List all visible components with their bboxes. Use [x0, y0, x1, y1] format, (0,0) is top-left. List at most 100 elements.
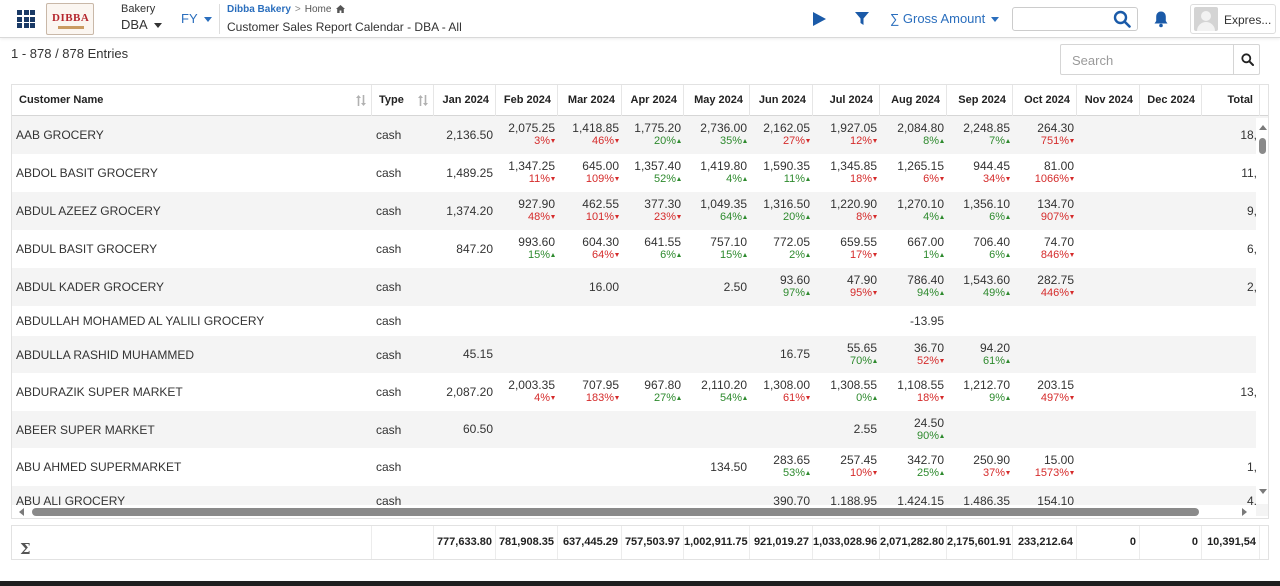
column-header-apr[interactable]: Apr 2024: [622, 85, 684, 116]
type-cell: cash: [376, 166, 402, 180]
column-header-jan[interactable]: Jan 2024: [434, 85, 496, 116]
change-percent: 7%: [989, 135, 1010, 148]
trend-down-icon: [1070, 396, 1074, 400]
column-header-label: Type: [379, 94, 404, 106]
customer-name-cell: ABDULLAH MOHAMED AL YALILI GROCERY: [16, 314, 265, 328]
column-header-total[interactable]: Total: [1202, 85, 1260, 116]
column-header-type[interactable]: Type: [372, 85, 434, 116]
table-row[interactable]: ABDUL AZEEZ GROCERY cash 1,374.20 927.90 48%…: [12, 192, 1268, 230]
column-header-jul[interactable]: Jul 2024: [813, 85, 880, 116]
sigma-icon[interactable]: Σ: [20, 533, 31, 559]
measure-selector[interactable]: ∑ Gross Amount: [890, 11, 1000, 26]
column-header-may[interactable]: May 2024: [684, 85, 750, 116]
breadcrumb-home[interactable]: Home: [305, 4, 332, 15]
change-percent: 12%: [850, 135, 877, 148]
table-row[interactable]: ABU AHMED SUPERMARKET cash 134.50 283.65 53%…: [12, 448, 1268, 486]
column-header-mar[interactable]: Mar 2024: [558, 85, 622, 116]
trend-down-icon: [1070, 139, 1074, 143]
change-percent-value: 4%: [923, 211, 939, 223]
value-cell-jan: [434, 268, 496, 306]
column-header-label: Jul 2024: [829, 94, 873, 106]
column-header-sep[interactable]: Sep 2024: [947, 85, 1013, 116]
value-cell-nov: [1077, 411, 1140, 448]
amount-value: 462.55: [582, 197, 619, 211]
change-percent: 95%: [850, 287, 877, 300]
value-cell-feb: [496, 306, 558, 336]
change-percent: 101%: [586, 211, 619, 224]
change-percent: 70%: [850, 355, 877, 368]
table-row[interactable]: ABEER SUPER MARKET cash 60.50 2.55 24.50 90%: [12, 411, 1268, 448]
change-percent: 37%: [983, 467, 1010, 480]
horizontal-scrollbar[interactable]: [12, 505, 1256, 518]
vertical-scrollbar[interactable]: [1256, 118, 1268, 504]
play-icon[interactable]: [813, 12, 826, 26]
amount-value: 16.00: [588, 279, 619, 294]
scroll-thumb[interactable]: [32, 508, 1199, 516]
search-input[interactable]: Search: [1072, 53, 1113, 68]
sort-icon[interactable]: [418, 95, 428, 106]
search-button[interactable]: [1233, 45, 1260, 74]
type-cell: cash: [376, 280, 402, 294]
column-header-jun[interactable]: Jun 2024: [750, 85, 813, 116]
sort-icon[interactable]: [356, 95, 366, 106]
scroll-right-icon[interactable]: [1242, 508, 1247, 516]
scroll-left-icon[interactable]: [19, 508, 24, 516]
amount-value: 604.30: [582, 235, 619, 249]
column-header-dec[interactable]: Dec 2024: [1140, 85, 1202, 116]
table-row[interactable]: ABDULLAH MOHAMED AL YALILI GROCERY cash -1…: [12, 306, 1268, 336]
scroll-thumb[interactable]: [1259, 138, 1266, 154]
column-header-aug[interactable]: Aug 2024: [880, 85, 947, 116]
value-cell-apr: 967.80 27%: [622, 373, 684, 411]
filter-icon[interactable]: [855, 12, 869, 26]
search-icon[interactable]: [1113, 10, 1131, 28]
table-row[interactable]: ABDUL BASIT GROCERY cash 847.20 993.60 15% 60…: [12, 230, 1268, 268]
column-header-label: Jun 2024: [758, 94, 806, 106]
trend-up-icon: [743, 139, 747, 143]
change-percent: 64%: [592, 249, 619, 262]
value-cell-jan: 2,087.20: [434, 373, 496, 411]
scroll-up-icon[interactable]: [1259, 125, 1267, 130]
column-header-label: Total: [1227, 94, 1253, 106]
change-percent: 446%: [1041, 287, 1074, 300]
entries-count: 1 - 878 / 878 Entries: [11, 46, 129, 61]
value-cell-jan: [434, 448, 496, 486]
trend-down-icon: [940, 396, 944, 400]
apps-grid-icon[interactable]: [17, 10, 35, 28]
column-header-label: Apr 2024: [630, 94, 677, 106]
breadcrumb-root[interactable]: Dibba Bakery: [227, 4, 291, 15]
trend-down-icon: [551, 177, 555, 181]
amount-value: 1,212.70: [963, 378, 1010, 392]
divider: [219, 4, 220, 34]
change-percent: 8%: [923, 135, 944, 148]
change-percent-value: 94%: [916, 287, 939, 299]
value-cell-aug: 1,270.10 4%: [880, 192, 947, 230]
amount-value: 60.50: [462, 422, 493, 436]
trend-down-icon: [940, 358, 944, 363]
value-cell-mar: 604.30 64%: [558, 230, 622, 268]
column-header-feb[interactable]: Feb 2024: [496, 85, 558, 116]
table-row[interactable]: ABDULLA RASHID MUHAMMED cash 45.15 16.75 55.…: [12, 336, 1268, 373]
customer-name-cell: AAB GROCERY: [16, 128, 104, 142]
column-header-name[interactable]: Customer Name: [12, 85, 372, 116]
value-cell-total: [1202, 306, 1260, 336]
table-row[interactable]: ABDOL BASIT GROCERY cash 1,489.25 1,347.25 1…: [12, 154, 1268, 192]
value-cell-sep: 2,248.85 7%: [947, 116, 1013, 154]
table-row[interactable]: ABDUL KADER GROCERY cash 16.00 2.50 93.60 97%…: [12, 268, 1268, 306]
change-percent-value: 27%: [653, 392, 676, 404]
column-header-oct[interactable]: Oct 2024: [1013, 85, 1077, 116]
bell-icon[interactable]: [1152, 10, 1170, 28]
company-selector[interactable]: DBA: [121, 17, 162, 32]
change-percent-value: 97%: [782, 287, 805, 299]
period-selector[interactable]: FY: [181, 11, 212, 26]
amount-value: 250.90: [973, 453, 1010, 467]
user-menu[interactable]: Expres...: [1190, 4, 1276, 34]
table-row[interactable]: AAB GROCERY cash 2,136.50 2,075.25 3% 1,418.8…: [12, 116, 1268, 154]
table-row[interactable]: ABDURAZIK SUPER MARKET cash 2,087.20 2,003.…: [12, 373, 1268, 411]
scroll-down-icon[interactable]: [1259, 489, 1267, 494]
value-cell-apr: [622, 306, 684, 336]
type-cell: cash: [376, 128, 402, 142]
trend-down-icon: [1070, 177, 1074, 181]
value-cell-dec: [1140, 411, 1202, 448]
column-header-nov[interactable]: Nov 2024: [1077, 85, 1140, 116]
value-cell-mar: 1,418.85 46%: [558, 116, 622, 154]
